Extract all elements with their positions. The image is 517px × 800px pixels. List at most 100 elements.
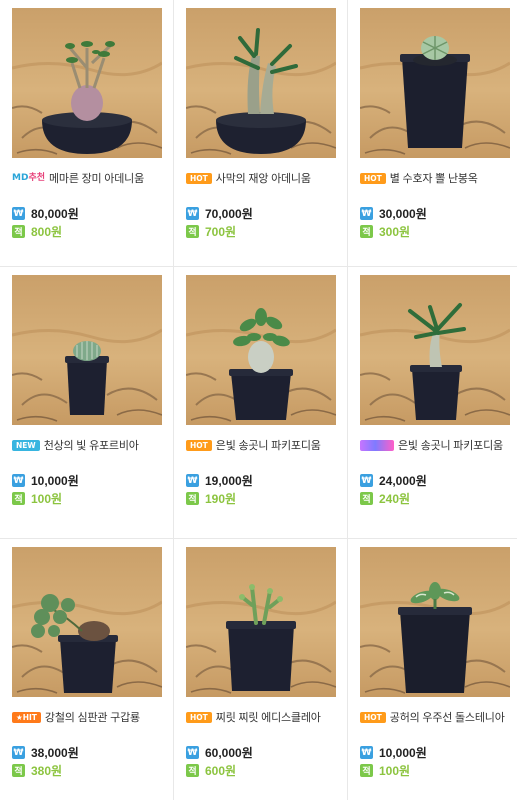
- won-icon: ₩: [360, 207, 373, 220]
- won-icon: ₩: [12, 746, 25, 759]
- product-name[interactable]: 공허의 우주선 돌스테니아: [390, 709, 505, 725]
- product-card[interactable]: HOT 사막의 재앙 아데니움 ₩70,000원적 700원: [174, 0, 348, 267]
- price-row: ₩10,000원: [360, 744, 427, 761]
- product-price: 70,000원: [205, 207, 253, 221]
- product-card[interactable]: HOT 찌릿 찌릿 에디스클레아 ₩60,000원적 600원: [174, 539, 348, 800]
- point-row: 적 800원: [12, 223, 62, 240]
- won-icon: ₩: [12, 207, 25, 220]
- product-point: 700원: [205, 225, 237, 239]
- product-image[interactable]: [186, 547, 336, 697]
- point-row: 적 240원: [360, 490, 410, 507]
- product-title[interactable]: ★HIT 강철의 심판관 구갑룡: [12, 709, 164, 725]
- price-row: ₩70,000원: [186, 205, 253, 222]
- price-row: ₩38,000원: [12, 744, 79, 761]
- won-icon: ₩: [360, 746, 373, 759]
- product-image[interactable]: [186, 8, 336, 158]
- point-row: 적 100원: [12, 490, 62, 507]
- price-row: ₩19,000원: [186, 472, 253, 489]
- point-icon: 적: [186, 764, 199, 777]
- product-title[interactable]: HOT 찌릿 찌릿 에디스클레아: [186, 709, 338, 725]
- won-icon: ₩: [360, 474, 373, 487]
- product-name[interactable]: 천상의 빛 유포르비아: [44, 437, 139, 453]
- product-price: 19,000원: [205, 474, 253, 488]
- product-price: 10,000원: [379, 746, 427, 760]
- product-badge: [360, 439, 394, 451]
- product-title[interactable]: HOT 은빛 송곳니 파키포디움: [186, 437, 338, 453]
- product-card[interactable]: MD추천 메마른 장미 아데니움 ₩80,000원적 800원: [0, 0, 174, 267]
- price-row: ₩10,000원: [12, 472, 79, 489]
- price-row: ₩60,000원: [186, 744, 253, 761]
- product-name[interactable]: 메마른 장미 아데니움: [49, 170, 144, 186]
- product-title[interactable]: HOT 공허의 우주선 돌스테니아: [360, 709, 512, 725]
- product-title[interactable]: HOT 별 수호자 뽈 난봉옥: [360, 170, 512, 186]
- product-badge: HOT: [360, 711, 386, 723]
- product-badge: NEW: [12, 439, 40, 451]
- point-row: 적 600원: [186, 762, 236, 779]
- product-badge: HOT: [186, 711, 212, 723]
- product-card[interactable]: NEW 천상의 빛 유포르비아 ₩10,000원적 100원: [0, 267, 174, 539]
- product-price: 24,000원: [379, 474, 427, 488]
- product-point: 100원: [379, 764, 411, 778]
- product-point: 100원: [31, 492, 63, 506]
- product-point: 800원: [31, 225, 63, 239]
- product-card[interactable]: HOT 은빛 송곳니 파키포디움 ₩19,000원적 190원: [174, 267, 348, 539]
- product-point: 380원: [31, 764, 63, 778]
- product-image[interactable]: [360, 547, 510, 697]
- product-badge: HOT: [186, 172, 212, 184]
- point-row: 적 100원: [360, 762, 410, 779]
- product-name[interactable]: 강철의 심판관 구갑룡: [45, 709, 140, 725]
- point-icon: 적: [12, 764, 25, 777]
- product-title[interactable]: 은빛 송곳니 파키포디움: [360, 437, 512, 453]
- product-card[interactable]: HOT 공허의 우주선 돌스테니아 ₩10,000원적 100원: [348, 539, 517, 800]
- product-card[interactable]: ★HIT 강철의 심판관 구갑룡 ₩38,000원적 380원: [0, 539, 174, 800]
- product-name[interactable]: 사막의 재앙 아데니움: [216, 170, 311, 186]
- product-name[interactable]: 별 수호자 뽈 난봉옥: [390, 170, 478, 186]
- price-row: ₩24,000원: [360, 472, 427, 489]
- product-image[interactable]: [12, 8, 162, 158]
- product-image[interactable]: [360, 8, 510, 158]
- product-name[interactable]: 은빛 송곳니 파키포디움: [216, 437, 321, 453]
- point-icon: 적: [186, 225, 199, 238]
- product-badge: MD추천: [12, 172, 45, 183]
- product-title[interactable]: HOT 사막의 재앙 아데니움: [186, 170, 338, 186]
- product-point: 300원: [379, 225, 411, 239]
- product-image[interactable]: [12, 547, 162, 697]
- product-name[interactable]: 찌릿 찌릿 에디스클레아: [216, 709, 321, 725]
- product-badge: HOT: [360, 172, 386, 184]
- product-price: 60,000원: [205, 746, 253, 760]
- product-price: 38,000원: [31, 746, 79, 760]
- point-icon: 적: [360, 225, 373, 238]
- product-price: 80,000원: [31, 207, 79, 221]
- product-title[interactable]: MD추천 메마른 장미 아데니움: [12, 170, 164, 186]
- product-title[interactable]: NEW 천상의 빛 유포르비아: [12, 437, 164, 453]
- product-card[interactable]: HOT 별 수호자 뽈 난봉옥 ₩30,000원적 300원: [348, 0, 517, 267]
- product-badge: HOT: [186, 439, 212, 451]
- product-image[interactable]: [12, 275, 162, 425]
- product-image[interactable]: [360, 275, 510, 425]
- point-icon: 적: [186, 492, 199, 505]
- point-row: 적 190원: [186, 490, 236, 507]
- point-row: 적 380원: [12, 762, 62, 779]
- product-image[interactable]: [186, 275, 336, 425]
- price-row: ₩80,000원: [12, 205, 79, 222]
- won-icon: ₩: [186, 207, 199, 220]
- point-icon: 적: [12, 492, 25, 505]
- product-price: 10,000원: [31, 474, 79, 488]
- product-point: 600원: [205, 764, 237, 778]
- point-icon: 적: [360, 764, 373, 777]
- won-icon: ₩: [12, 474, 25, 487]
- point-row: 적 700원: [186, 223, 236, 240]
- point-icon: 적: [360, 492, 373, 505]
- product-card[interactable]: 은빛 송곳니 파키포디움 ₩24,000원적 240원: [348, 267, 517, 539]
- product-point: 190원: [205, 492, 237, 506]
- price-row: ₩30,000원: [360, 205, 427, 222]
- won-icon: ₩: [186, 746, 199, 759]
- product-point: 240원: [379, 492, 411, 506]
- product-name[interactable]: 은빛 송곳니 파키포디움: [398, 437, 503, 453]
- product-grid: MD추천 메마른 장미 아데니움 ₩80,000원적 800원 HOT 사막의 재앙 아…: [0, 0, 517, 800]
- point-icon: 적: [12, 225, 25, 238]
- product-badge: ★HIT: [12, 711, 41, 723]
- product-price: 30,000원: [379, 207, 427, 221]
- point-row: 적 300원: [360, 223, 410, 240]
- won-icon: ₩: [186, 474, 199, 487]
